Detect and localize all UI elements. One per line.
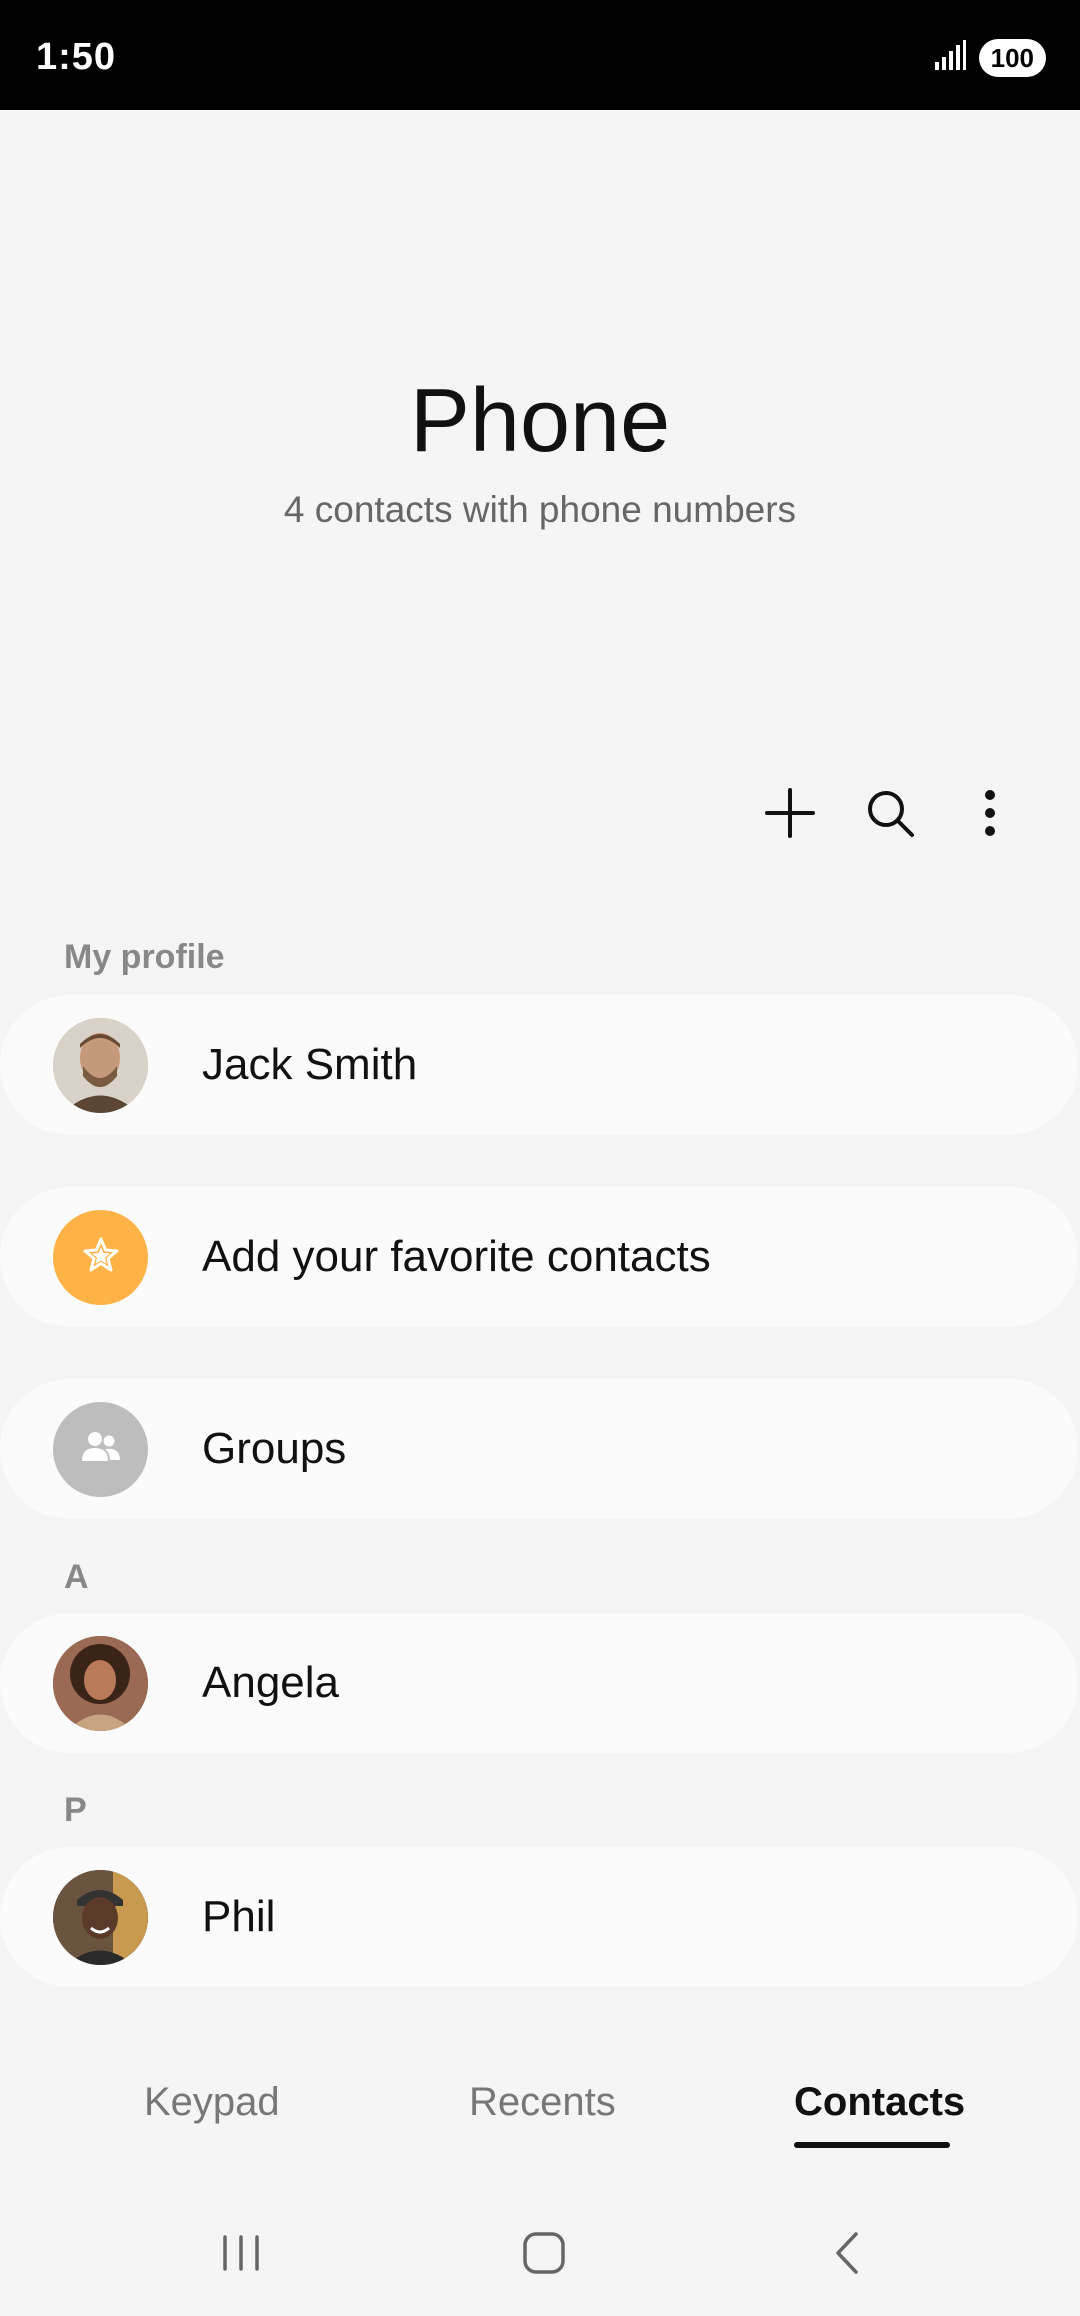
battery-indicator: 100 xyxy=(978,38,1046,77)
recent-apps-button[interactable] xyxy=(196,2220,286,2290)
contact-row-phil[interactable]: Phil xyxy=(0,1847,1078,1987)
contact-row-angela[interactable]: Angela xyxy=(0,1613,1078,1753)
status-time: 1:50 xyxy=(36,36,117,78)
plus-icon xyxy=(763,786,817,845)
page-title: Phone xyxy=(409,371,671,471)
page-subtitle: 4 contacts with phone numbers xyxy=(283,489,797,530)
contact-name: Angela xyxy=(202,1658,340,1707)
groups-row[interactable]: Groups xyxy=(0,1379,1078,1519)
add-favorites-label: Add your favorite contacts xyxy=(202,1232,711,1281)
more-options-button[interactable] xyxy=(940,780,1040,850)
system-nav-bar xyxy=(0,2220,1080,2290)
favorites-avatar xyxy=(53,1209,148,1305)
page-header: Phone 4 contacts with phone numbers xyxy=(0,370,1080,531)
signal-icon xyxy=(933,38,967,77)
search-button[interactable] xyxy=(840,780,940,850)
toolbar xyxy=(740,780,1040,850)
avatar xyxy=(53,1017,148,1113)
recent-apps-icon xyxy=(219,2233,263,2278)
section-label-p: P xyxy=(64,1791,87,1829)
my-profile-name: Jack Smith xyxy=(202,1040,418,1089)
status-indicators: 100 xyxy=(933,38,1046,77)
section-label-a: A xyxy=(64,1558,89,1596)
add-contact-button[interactable] xyxy=(740,780,840,850)
search-icon xyxy=(864,787,916,844)
back-button[interactable] xyxy=(802,2220,892,2290)
avatar xyxy=(53,1869,148,1965)
groups-avatar xyxy=(53,1401,148,1497)
tab-recents[interactable]: Recents xyxy=(469,2080,616,2125)
my-profile-row[interactable]: Jack Smith xyxy=(0,995,1078,1135)
add-favorites-row[interactable]: Add your favorite contacts xyxy=(0,1187,1078,1327)
section-label-my-profile: My profile xyxy=(64,938,225,976)
groups-label: Groups xyxy=(202,1424,347,1473)
tab-keypad[interactable]: Keypad xyxy=(144,2080,280,2125)
status-bar: 1:50 100 xyxy=(0,0,1080,110)
star-icon xyxy=(81,1235,121,1280)
active-tab-indicator xyxy=(794,2142,950,2148)
back-icon xyxy=(832,2230,862,2281)
people-icon xyxy=(79,1427,123,1472)
home-button[interactable] xyxy=(499,2220,589,2290)
bottom-tab-bar: Keypad Recents Contacts xyxy=(0,2080,1080,2160)
more-vert-icon xyxy=(982,789,998,842)
tab-contacts[interactable]: Contacts xyxy=(794,2080,965,2125)
contact-name: Phil xyxy=(202,1892,276,1941)
avatar xyxy=(53,1635,148,1731)
home-icon xyxy=(522,2231,566,2280)
